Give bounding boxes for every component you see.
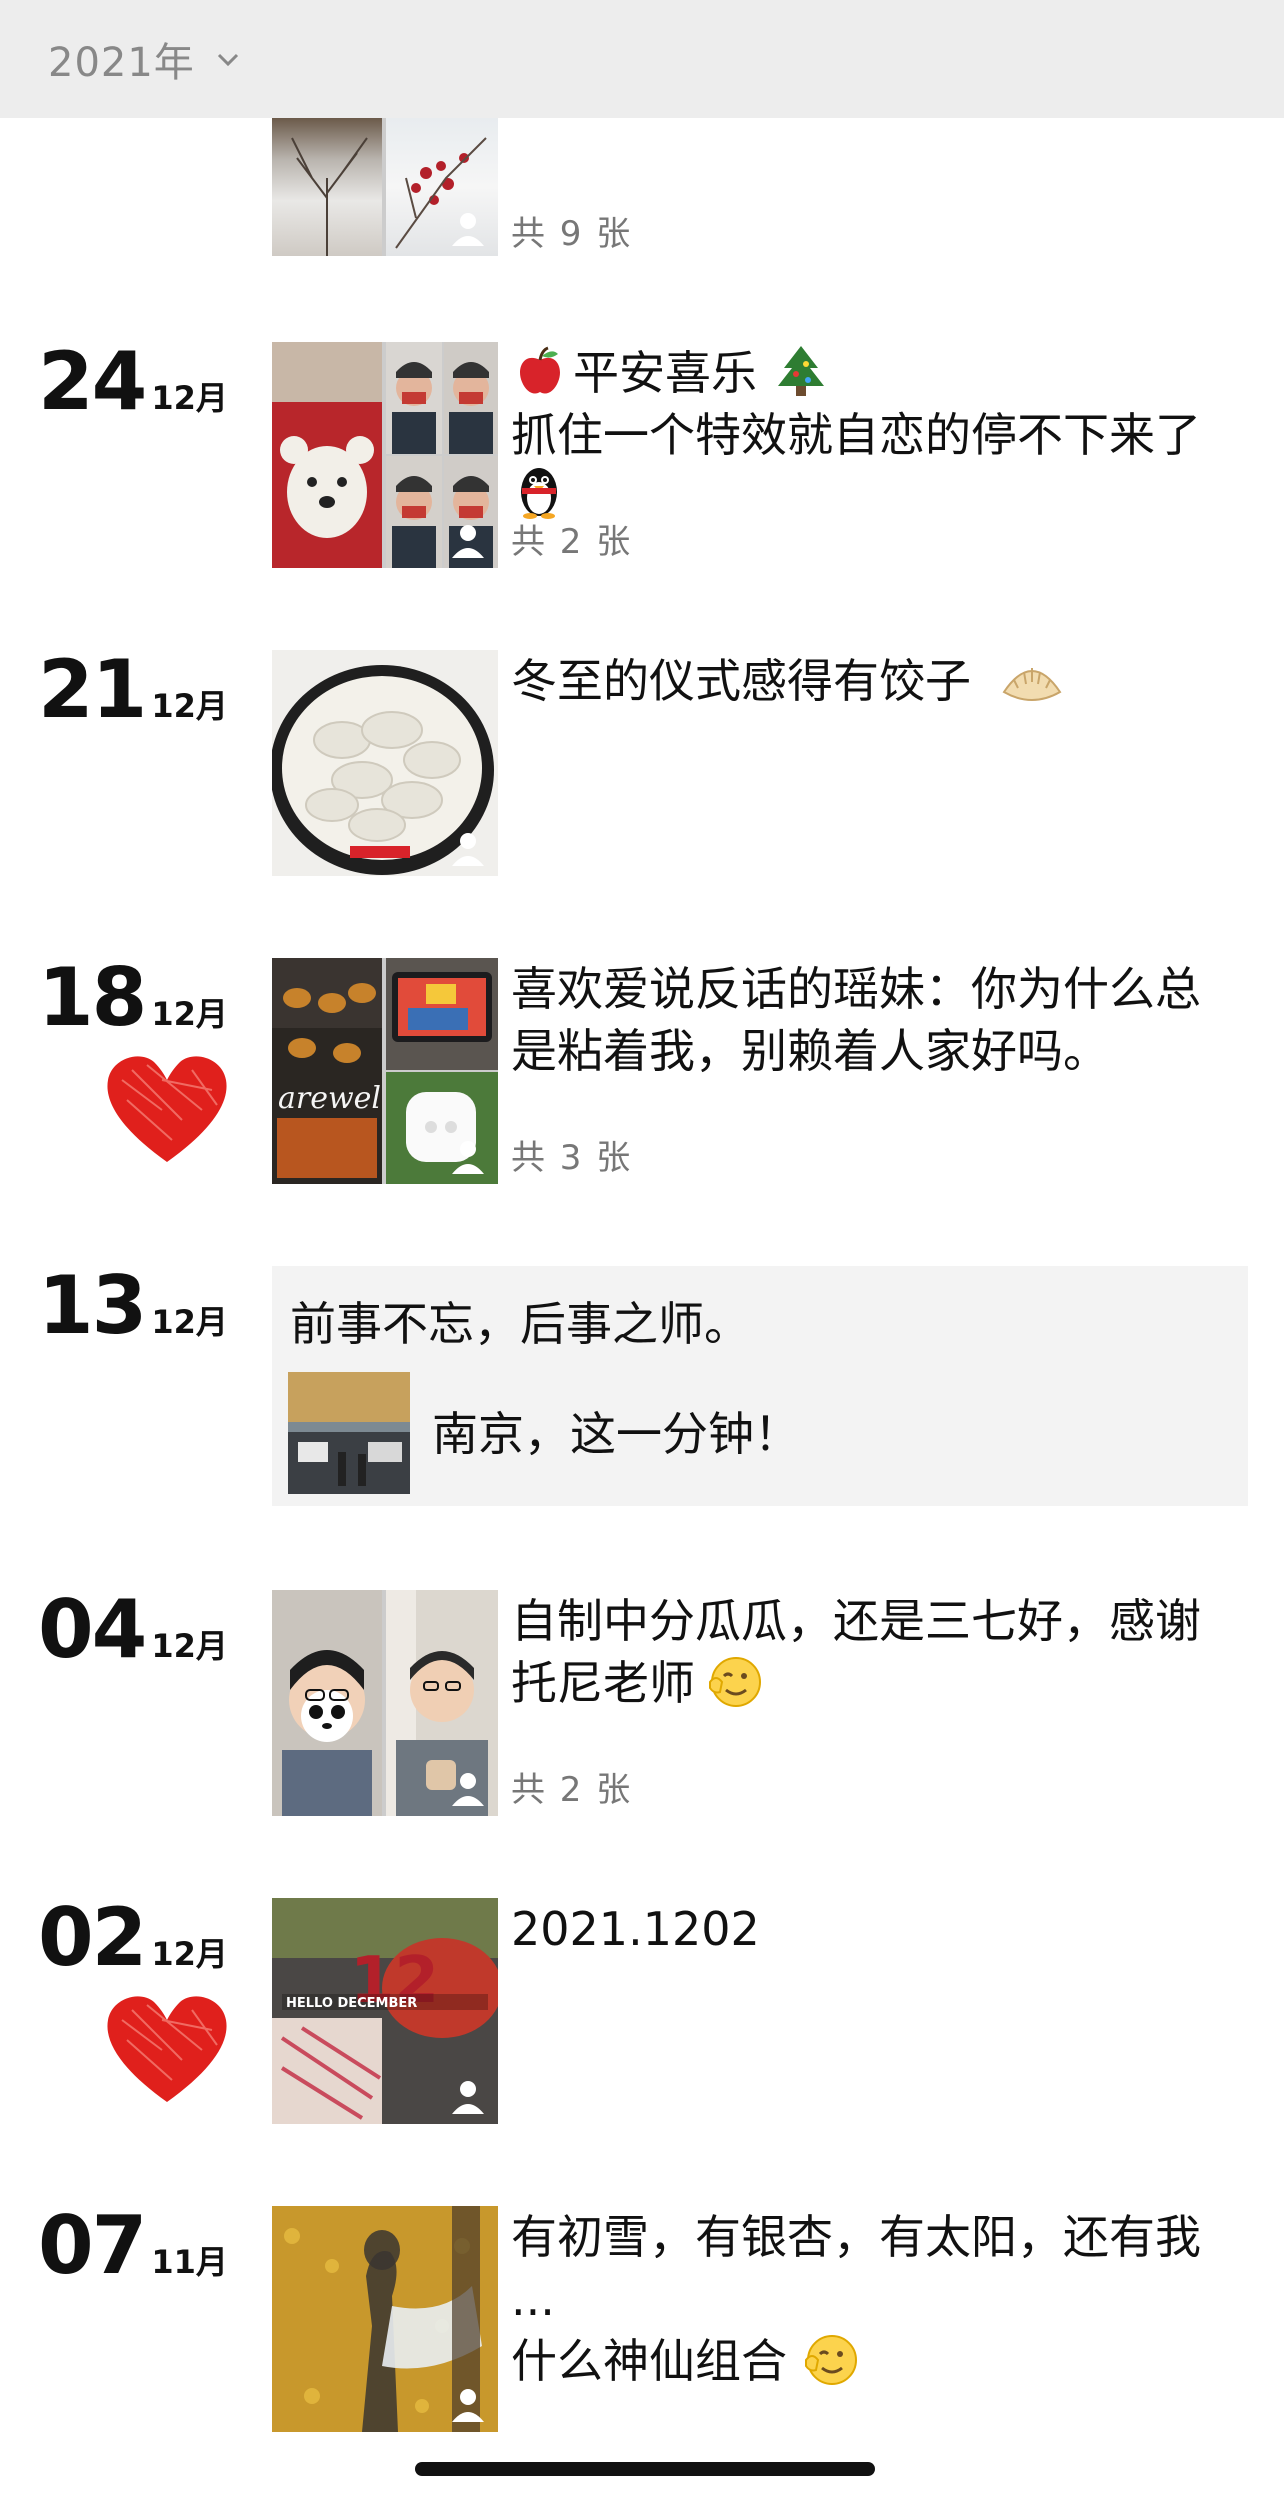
post-text: 2021.1202 bbox=[511, 1902, 760, 1956]
shared-link-title: 南京，这一分钟！ bbox=[432, 1407, 800, 1461]
post-text: 有初雪，有银杏，有太阳，还有我 ... 什么神仙组合 bbox=[511, 2210, 1201, 2388]
post-date: 24 12月 bbox=[38, 342, 228, 422]
user-avatar-icon bbox=[452, 833, 484, 866]
post-month: 12月 bbox=[151, 379, 228, 417]
shared-link-thumbnail bbox=[288, 1372, 410, 1494]
user-avatar-icon bbox=[452, 2389, 484, 2422]
post-date: 07 11月 bbox=[38, 2206, 228, 2286]
post-date: 21 12月 bbox=[38, 650, 228, 730]
post-day: 18 bbox=[38, 951, 147, 1044]
post-month: 12月 bbox=[151, 1935, 228, 1973]
post-date: 13 12月 bbox=[38, 1266, 228, 1346]
user-avatar-icon bbox=[452, 525, 484, 558]
svg-text:arewel: arewel bbox=[278, 1081, 381, 1116]
post-month: 12月 bbox=[151, 1303, 228, 1341]
year-label: 2021年 bbox=[48, 40, 195, 86]
user-avatar-icon bbox=[452, 2081, 484, 2114]
photo-count: 共 9 张 bbox=[511, 214, 633, 254]
wink-emoji-icon bbox=[709, 1657, 761, 1707]
svg-text:HELLO DECEMBER: HELLO DECEMBER bbox=[286, 1996, 417, 2011]
shared-link-card[interactable]: 前事不忘，后事之师。 南京，这一分钟！ bbox=[272, 1266, 1248, 1506]
photo-count: 共 2 张 bbox=[511, 522, 633, 562]
penguin-emoji-icon bbox=[521, 468, 557, 519]
post-day: 13 bbox=[38, 1259, 147, 1352]
post-day: 07 bbox=[38, 2199, 147, 2292]
post-photo-grid[interactable] bbox=[272, 118, 498, 256]
post-text: 前事不忘，后事之师。 bbox=[290, 1297, 750, 1351]
post-text: 自制中分瓜瓜，还是三七好，感谢 托尼老师 bbox=[511, 1594, 1201, 1710]
post-text: 喜欢爱说反话的瑶妹：你为什么总 是粘着我，别赖着人家好吗。 bbox=[511, 962, 1201, 1078]
user-avatar-icon bbox=[452, 1141, 484, 1174]
post-photo[interactable] bbox=[272, 2206, 498, 2432]
post-text: 平安喜乐 抓住一个特效就自恋的停不下来了 bbox=[511, 346, 1201, 462]
dumpling-emoji-icon bbox=[1002, 668, 1062, 701]
post-month: 12月 bbox=[151, 995, 228, 1033]
header-bar: 2021年 bbox=[0, 0, 1284, 118]
post-day: 21 bbox=[38, 643, 147, 736]
home-indicator[interactable] bbox=[415, 2462, 875, 2476]
post-photo-grid[interactable]: arewel bbox=[272, 958, 498, 1184]
post-text: 冬至的仪式感得有饺子 bbox=[511, 654, 971, 708]
post-date: 18 12月 bbox=[38, 958, 228, 1038]
user-avatar-icon bbox=[452, 213, 484, 246]
post-day: 04 bbox=[38, 1583, 147, 1676]
chevron-down-icon bbox=[217, 53, 238, 67]
post-month: 12月 bbox=[151, 1627, 228, 1665]
post-date: 04 12月 bbox=[38, 1590, 228, 1670]
post-month: 12月 bbox=[151, 687, 228, 725]
wink-emoji-icon bbox=[805, 2335, 857, 2385]
heart-icon bbox=[107, 1996, 227, 2102]
post-photo-grid[interactable] bbox=[272, 342, 498, 568]
post-photo-grid[interactable] bbox=[272, 1590, 498, 1816]
photo-count: 共 2 张 bbox=[511, 1770, 633, 1810]
heart-icon bbox=[107, 1056, 227, 1162]
post-day: 02 bbox=[38, 1891, 147, 1984]
post-date: 02 12月 bbox=[38, 1898, 228, 1978]
post-photo[interactable]: 12 HELLO DECEMBER bbox=[272, 1898, 498, 2124]
post-day: 24 bbox=[38, 335, 147, 428]
user-avatar-icon bbox=[452, 1773, 484, 1806]
year-selector[interactable]: 2021年 bbox=[48, 30, 239, 88]
photo-count: 共 3 张 bbox=[511, 1138, 633, 1178]
post-month: 11月 bbox=[151, 2243, 228, 2281]
post-photo[interactable] bbox=[272, 650, 498, 876]
